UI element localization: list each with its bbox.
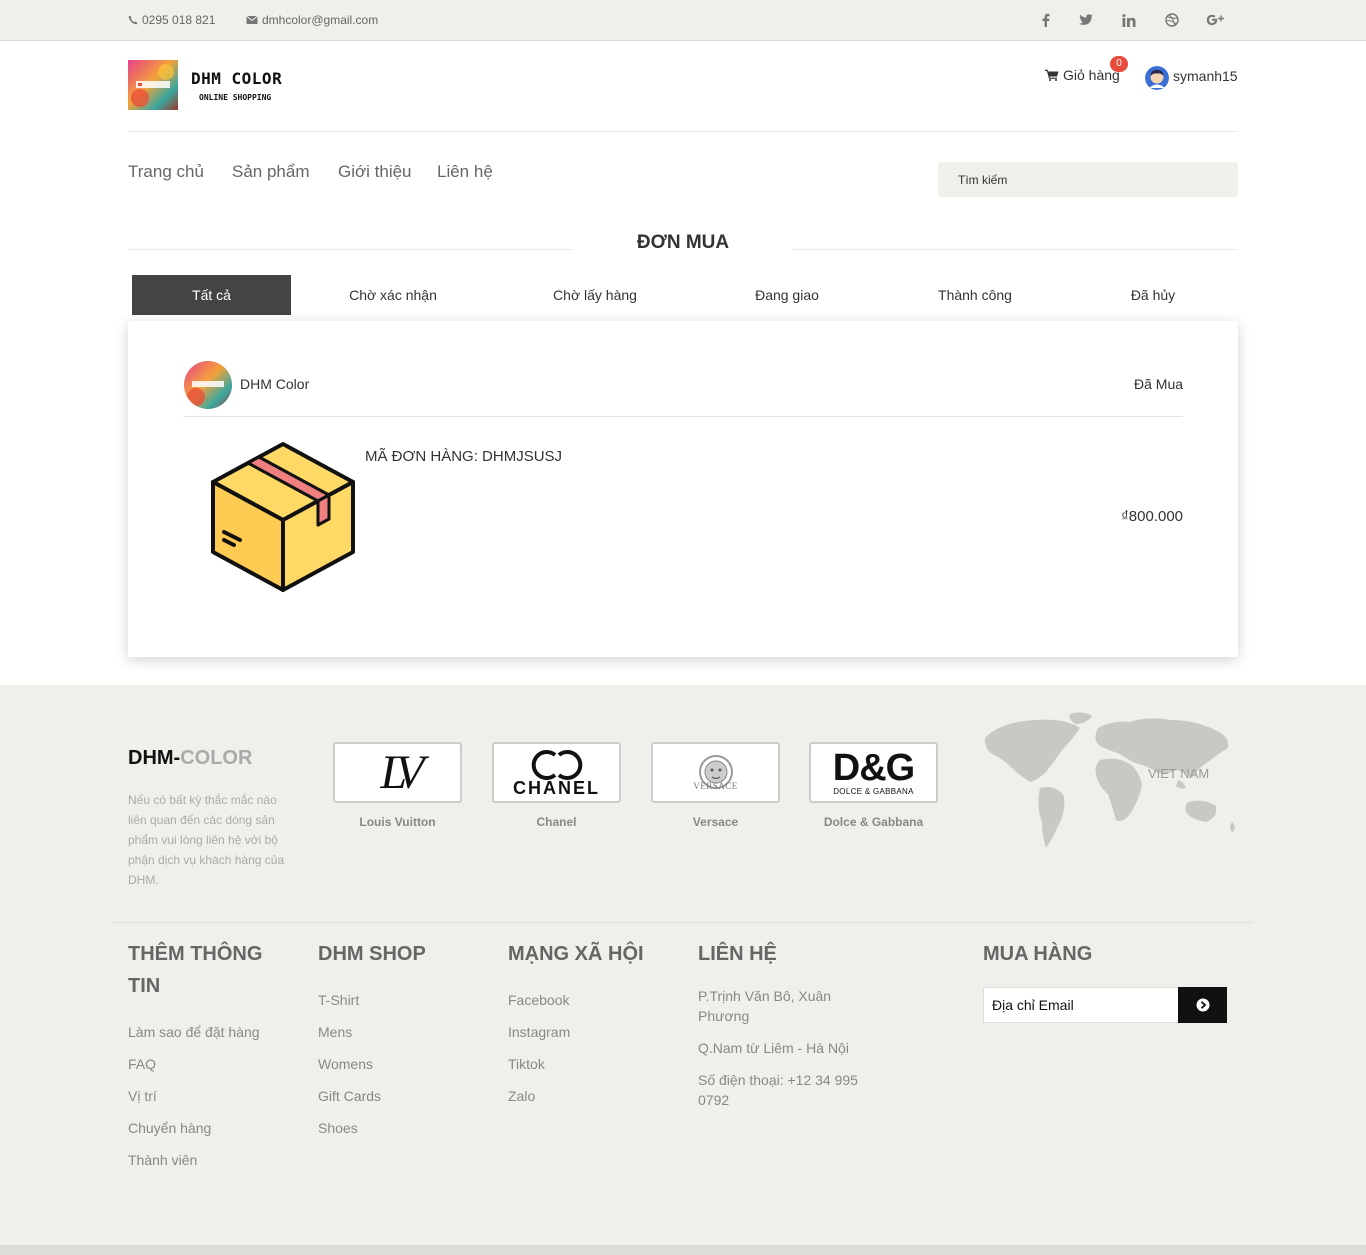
footer-link-shoes[interactable]: Shoes bbox=[318, 1120, 358, 1136]
footer-social-title: MẠNG XÃ HỘI bbox=[508, 943, 644, 965]
tab-shipping[interactable]: Đang giao bbox=[712, 275, 862, 315]
header-divider bbox=[128, 131, 1238, 132]
twitter-icon[interactable] bbox=[1076, 10, 1096, 30]
footer-link-members[interactable]: Thành viên bbox=[128, 1152, 197, 1168]
footer-link-facebook[interactable]: Facebook bbox=[508, 992, 569, 1008]
tab-awaiting-pickup[interactable]: Chờ lấy hàng bbox=[520, 275, 670, 315]
title-line-right bbox=[793, 249, 1238, 250]
footer-link-shipping[interactable]: Chuyển hàng bbox=[128, 1120, 211, 1136]
card-divider bbox=[183, 416, 1183, 417]
footer-info-title: THÊM THÔNG TIN bbox=[128, 943, 263, 997]
footer-link-instagram[interactable]: Instagram bbox=[508, 1024, 570, 1040]
map-country-label: VIET NAM bbox=[1148, 766, 1210, 781]
logo-title[interactable]: DHM COLOR bbox=[191, 69, 282, 88]
logo-image[interactable] bbox=[128, 60, 178, 110]
order-status: Đã Mua bbox=[1134, 376, 1184, 392]
nav-about[interactable]: Giới thiệu bbox=[338, 162, 412, 182]
top-bar: 0295 018 821 dmhcolor@gmail.com bbox=[0, 0, 1366, 41]
footer-link-faq[interactable]: FAQ bbox=[128, 1056, 156, 1072]
google-plus-icon[interactable] bbox=[1205, 10, 1225, 30]
newsletter-email-input[interactable] bbox=[983, 987, 1179, 1023]
footer-bottom-strip bbox=[0, 1245, 1366, 1255]
footer-shop-title: DHM SHOP bbox=[318, 943, 426, 965]
world-map bbox=[980, 710, 1240, 855]
tab-pending-confirmation[interactable]: Chờ xác nhận bbox=[318, 275, 468, 315]
brand-name-versace[interactable]: Versace bbox=[651, 815, 780, 829]
chanel-logo: CHANEL bbox=[513, 777, 600, 798]
footer-brand-title: DHM-COLOR bbox=[128, 747, 252, 770]
louis-vuitton-logo: LV bbox=[380, 745, 424, 799]
brand-chanel[interactable]: CHANEL bbox=[492, 742, 621, 803]
newsletter-submit-button[interactable] bbox=[1178, 987, 1227, 1023]
order-price: ₫800.000 bbox=[1121, 508, 1183, 525]
tab-cancelled[interactable]: Đã hủy bbox=[1078, 275, 1228, 315]
footer-divider bbox=[113, 922, 1253, 923]
logo-subtitle: ONLINE SHOPPING bbox=[199, 93, 272, 102]
facebook-icon[interactable] bbox=[1036, 10, 1056, 30]
order-code: MÃ ĐƠN HÀNG: DHMJSUSJ bbox=[365, 448, 563, 465]
package-box-icon bbox=[210, 440, 356, 594]
email-address: dmhcolor@gmail.com bbox=[262, 13, 379, 27]
footer-buy-title: MUA HÀNG bbox=[983, 943, 1093, 965]
page-title: ĐƠN MUA bbox=[636, 232, 730, 253]
nav-contact[interactable]: Liên hệ bbox=[437, 162, 493, 182]
dribbble-icon[interactable] bbox=[1162, 10, 1182, 30]
username[interactable]: symanh15 bbox=[1173, 68, 1238, 84]
cart-count-badge: 0 bbox=[1110, 56, 1128, 72]
brand-title-part2: COLOR bbox=[180, 747, 253, 769]
footer-link-zalo[interactable]: Zalo bbox=[508, 1088, 535, 1104]
footer-address-line1: P.Trịnh Văn Bô, Xuân Phương bbox=[698, 988, 832, 1024]
title-line-left bbox=[128, 249, 573, 250]
nav-products[interactable]: Sản phẩm bbox=[232, 162, 310, 182]
footer-link-how-to-order[interactable]: Làm sao để đặt hàng bbox=[128, 1024, 260, 1040]
footer-link-location[interactable]: Vị trí bbox=[128, 1088, 157, 1104]
search-input[interactable] bbox=[938, 162, 1238, 197]
footer-phone: Số điện thoại: +12 34 995 0792 bbox=[698, 1072, 858, 1108]
shop-avatar bbox=[184, 361, 232, 409]
brand-dolce-gabbana[interactable]: D&G DOLCE & GABBANA bbox=[809, 742, 938, 803]
phone-number: 0295 018 821 bbox=[142, 13, 216, 27]
phone-icon bbox=[128, 15, 138, 25]
brand-name-louis-vuitton[interactable]: Louis Vuitton bbox=[333, 815, 462, 829]
brand-louis-vuitton[interactable]: LV bbox=[333, 742, 462, 803]
footer-contact-title: LIÊN HỆ bbox=[698, 943, 777, 965]
chanel-cc-icon bbox=[531, 749, 582, 780]
email-contact[interactable]: dmhcolor@gmail.com bbox=[246, 13, 378, 27]
user-avatar[interactable] bbox=[1145, 66, 1169, 90]
footer-link-tiktok[interactable]: Tiktok bbox=[508, 1056, 545, 1072]
cart-link[interactable]: Giỏ hàng bbox=[1045, 67, 1120, 83]
brand-name-dolce-gabbana[interactable]: Dolce & Gabbana bbox=[809, 815, 938, 829]
versace-logo: VERSACE bbox=[693, 780, 738, 791]
tab-completed[interactable]: Thành công bbox=[900, 275, 1050, 315]
phone-contact: 0295 018 821 bbox=[128, 13, 215, 27]
nav-home[interactable]: Trang chủ bbox=[128, 162, 204, 182]
footer-link-tshirt[interactable]: T-Shirt bbox=[318, 992, 359, 1008]
brand-name-chanel[interactable]: Chanel bbox=[492, 815, 621, 829]
cart-icon bbox=[1045, 69, 1059, 81]
footer-link-gift-cards[interactable]: Gift Cards bbox=[318, 1088, 381, 1104]
footer-address-line2: Q.Nam từ Liêm - Hà Nội bbox=[698, 1040, 849, 1056]
shop-name: DHM Color bbox=[240, 376, 310, 392]
linkedin-icon[interactable] bbox=[1119, 10, 1139, 30]
dg-logo: D&G bbox=[832, 747, 915, 789]
footer-description: Nếu có bất kỳ thắc mắc nào liên quan đến… bbox=[128, 793, 285, 887]
envelope-icon bbox=[246, 15, 258, 24]
brand-versace[interactable]: VERSACE bbox=[651, 742, 780, 803]
tab-all[interactable]: Tất cả bbox=[132, 275, 291, 315]
brand-title-part1: DHM- bbox=[128, 747, 181, 769]
footer-link-mens[interactable]: Mens bbox=[318, 1024, 352, 1040]
dg-logo-subtext: DOLCE & GABBANA bbox=[833, 787, 914, 796]
arrow-circle-right-icon bbox=[1196, 998, 1209, 1012]
footer-link-womens[interactable]: Womens bbox=[318, 1056, 373, 1072]
